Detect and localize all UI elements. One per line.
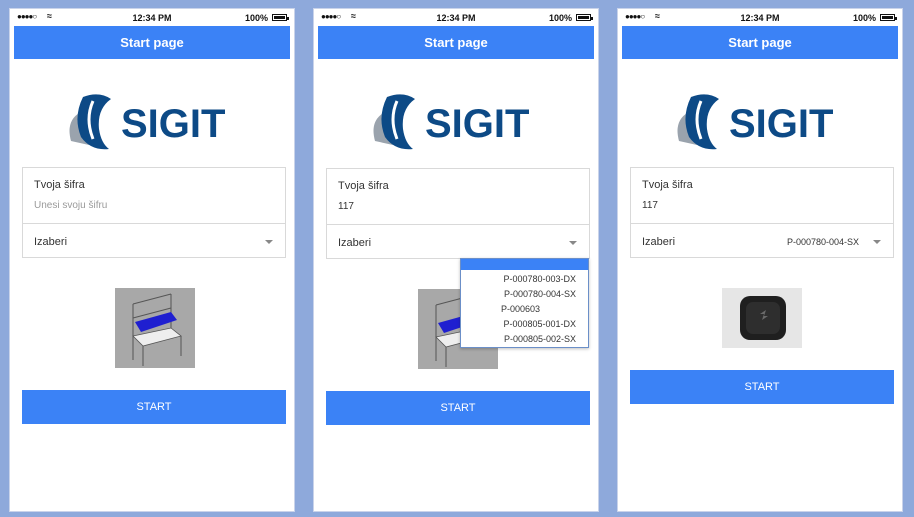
sigit-logo: SIGIT bbox=[373, 94, 529, 150]
divider bbox=[631, 223, 893, 224]
battery-icon bbox=[880, 14, 897, 21]
logo-text: SIGIT bbox=[425, 102, 529, 146]
dropdown-option-empty[interactable] bbox=[461, 259, 588, 270]
page-title: Start page bbox=[728, 35, 792, 50]
start-button[interactable]: START bbox=[630, 370, 894, 404]
start-button[interactable]: START bbox=[326, 391, 590, 425]
chevron-down-icon[interactable] bbox=[569, 241, 577, 245]
chevron-down-icon[interactable] bbox=[265, 240, 273, 244]
code-input[interactable]: Unesi svoju šifru bbox=[34, 200, 107, 211]
status-bar: ●●●●○ ≈ 12:34 PM 100% bbox=[314, 9, 598, 26]
battery-percent: 100% bbox=[244, 13, 268, 23]
dropdown-option[interactable]: P-000603 bbox=[501, 304, 540, 314]
divider bbox=[327, 224, 589, 225]
nav-bar: Start page bbox=[622, 26, 898, 59]
code-label: Tvoja šifra bbox=[34, 179, 85, 191]
phone-screen-2: ●●●●○ ≈ 12:34 PM 100% Start page SIGIT T… bbox=[314, 9, 598, 511]
code-input[interactable]: 117 bbox=[338, 201, 354, 212]
page-title: Start page bbox=[424, 35, 488, 50]
battery-icon bbox=[272, 14, 289, 21]
code-label: Tvoja šifra bbox=[642, 179, 693, 191]
login-form: Tvoja šifra 117 Izaberi P-000780-004-SX bbox=[630, 167, 894, 258]
divider bbox=[23, 223, 285, 224]
switch-button-image bbox=[722, 288, 802, 348]
battery-percent: 100% bbox=[548, 13, 572, 23]
logo-text: SIGIT bbox=[121, 102, 225, 146]
select-dropdown[interactable]: Izaberi bbox=[642, 236, 675, 248]
phone-screen-1: ●●●●○ ≈ 12:34 PM 100% Start page SIGIT T… bbox=[10, 9, 294, 511]
login-form: Tvoja šifra Unesi svoju šifru Izaberi bbox=[22, 167, 286, 258]
select-dropdown[interactable]: Izaberi bbox=[338, 237, 371, 249]
chevron-down-icon[interactable] bbox=[873, 240, 881, 244]
code-label: Tvoja šifra bbox=[338, 180, 389, 192]
workbench-image bbox=[115, 288, 195, 368]
code-input[interactable]: 117 bbox=[642, 200, 658, 211]
select-dropdown[interactable]: Izaberi bbox=[34, 236, 67, 248]
status-bar: ●●●●○ ≈ 12:34 PM 100% bbox=[618, 9, 902, 26]
battery-icon bbox=[576, 14, 593, 21]
dropdown-option[interactable]: P-000780-004-SX bbox=[504, 289, 576, 299]
logo-text: SIGIT bbox=[729, 102, 833, 146]
login-form: Tvoja šifra 117 Izaberi bbox=[326, 168, 590, 259]
sigit-logo: SIGIT bbox=[69, 94, 225, 150]
battery-percent: 100% bbox=[852, 13, 876, 23]
status-bar: ●●●●○ ≈ 12:34 PM 100% bbox=[10, 9, 294, 26]
options-dropdown-menu[interactable]: P-000780-003-DX P-000780-004-SX P-000603… bbox=[460, 258, 589, 348]
page-title: Start page bbox=[120, 35, 184, 50]
nav-bar: Start page bbox=[318, 26, 594, 59]
nav-bar: Start page bbox=[14, 26, 290, 59]
dropdown-option[interactable]: P-000780-003-DX bbox=[503, 274, 576, 284]
dropdown-option[interactable]: P-000805-001-DX bbox=[503, 319, 576, 329]
phone-screen-3: ●●●●○ ≈ 12:34 PM 100% Start page SIGIT T… bbox=[618, 9, 902, 511]
dropdown-option[interactable]: P-000805-002-SX bbox=[504, 334, 576, 344]
selected-value[interactable]: P-000780-004-SX bbox=[787, 237, 859, 247]
start-button[interactable]: START bbox=[22, 390, 286, 424]
sigit-logo: SIGIT bbox=[677, 94, 833, 150]
